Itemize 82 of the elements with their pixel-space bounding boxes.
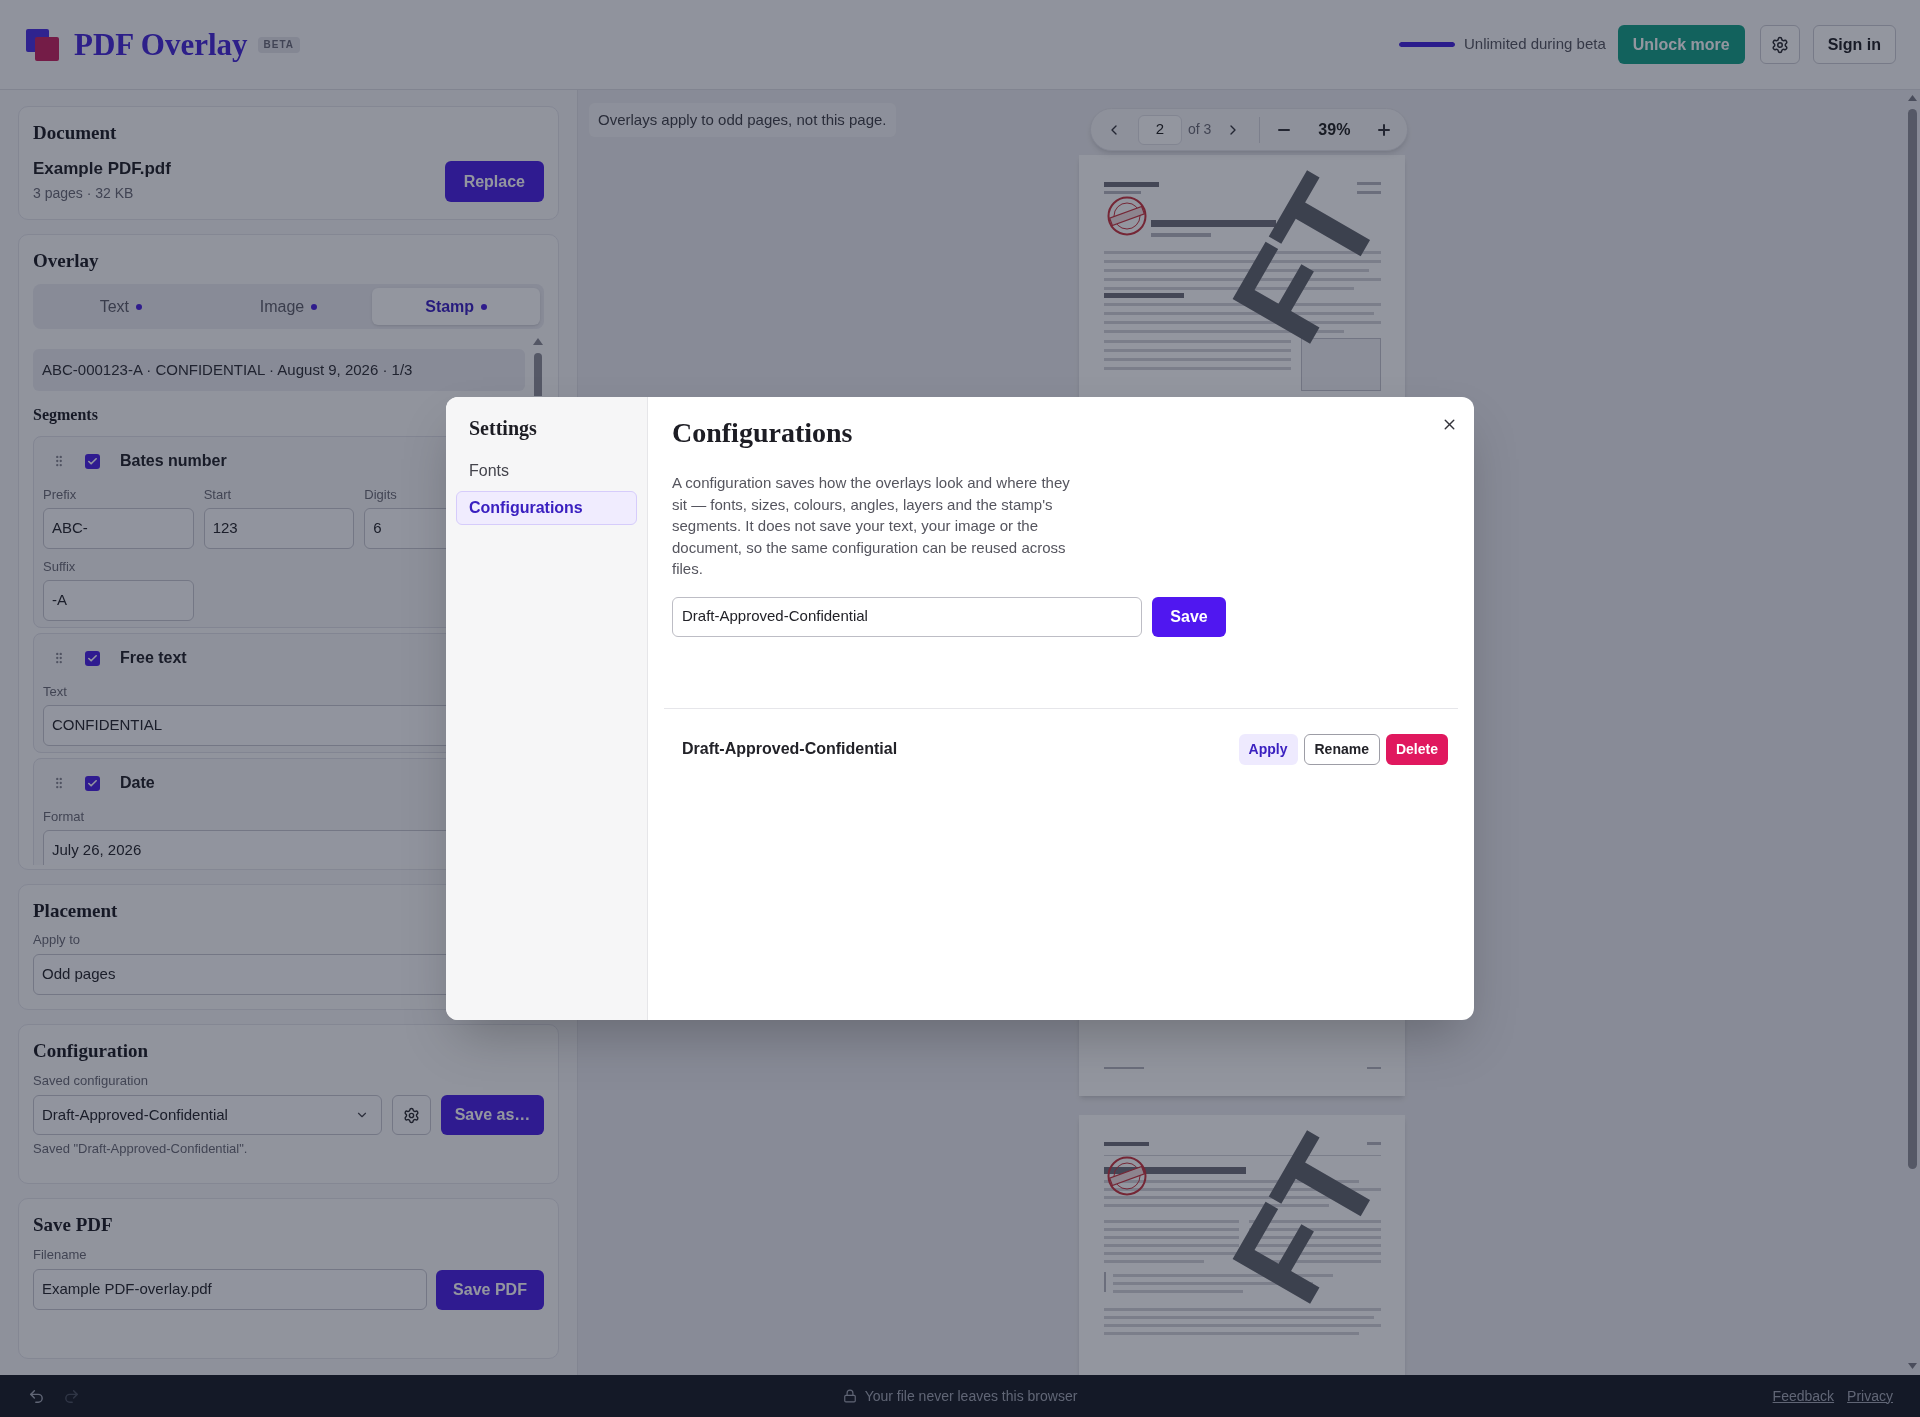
privacy-note: Your file never leaves this browser xyxy=(864,1386,1078,1406)
stamp-icon xyxy=(1105,196,1148,236)
undo-icon xyxy=(27,1387,45,1405)
field-label: Suffix xyxy=(43,559,77,575)
sign-in-button[interactable]: Sign in xyxy=(1812,25,1896,64)
checkbox[interactable] xyxy=(85,650,100,666)
nav-item[interactable]: Configurations xyxy=(456,491,637,525)
stamp-icon xyxy=(1105,1156,1148,1196)
page-count: of 3 xyxy=(1188,120,1212,139)
checkmark-icon xyxy=(87,455,98,467)
field-label: Start xyxy=(203,487,233,503)
field-label: Apply to xyxy=(33,932,81,948)
beta-badge: BETA xyxy=(257,36,301,53)
scroll-down-icon[interactable] xyxy=(1908,1363,1917,1369)
tab[interactable]: Image xyxy=(204,288,373,325)
section-heading: Overlay xyxy=(33,249,100,273)
tab[interactable]: Text xyxy=(37,288,205,325)
delete-button[interactable]: Delete xyxy=(1385,733,1448,765)
section-heading: Placement xyxy=(33,899,119,923)
description-text: A configuration saves how the overlays look and where they sit — fonts, sizes, colours, angles, layers and the stamp's segments. It does not save your text, your image or the document, so the same configuration can be reused across files. xyxy=(672,473,1071,579)
configuration-name-field[interactable]: Draft-Approved-Confidential xyxy=(672,596,1142,637)
apply-button[interactable]: Apply xyxy=(1238,733,1298,765)
settings-button[interactable] xyxy=(1759,25,1800,64)
settings-icon xyxy=(403,1106,420,1124)
checkbox[interactable] xyxy=(85,775,100,791)
dialog-title: Configurations xyxy=(672,416,853,450)
text-field[interactable]: 123 xyxy=(203,508,355,549)
settings-icon xyxy=(1770,35,1789,54)
replace-button[interactable]: Replace xyxy=(444,161,544,202)
scrollbar-thumb[interactable] xyxy=(534,353,542,396)
save-pdf-button[interactable]: Save PDF xyxy=(436,1269,544,1310)
save-status-text: Saved "Draft-Approved-Confidential". xyxy=(33,1141,249,1157)
usage-label: Unlimited during beta xyxy=(1464,34,1606,55)
checkmark-icon xyxy=(87,652,98,664)
segment-title: Bates number xyxy=(120,451,227,471)
undo-button[interactable] xyxy=(27,1387,45,1405)
watermark-text: FT xyxy=(1209,158,1402,362)
section-heading: Save PDF xyxy=(33,1213,114,1237)
logo-icon xyxy=(26,28,59,61)
rename-button[interactable]: Rename xyxy=(1303,733,1380,765)
checkmark-icon xyxy=(87,777,98,789)
stamp-preview-field: ABC-000123-A · CONFIDENTIAL · August 9, 2026 · 1/3 xyxy=(33,349,525,391)
field-label: Saved configuration xyxy=(33,1073,149,1089)
watermark-text: FT xyxy=(1209,1118,1402,1322)
section-heading: Configuration xyxy=(33,1039,150,1063)
text-field[interactable]: -A xyxy=(43,580,194,621)
field-label: Filename xyxy=(33,1247,88,1263)
field-label: Text xyxy=(43,684,68,700)
field-label: Prefix xyxy=(43,487,78,503)
file-name: Example PDF.pdf xyxy=(33,158,171,180)
app-title: PDF Overlay xyxy=(74,29,248,60)
configuration-name: Draft-Approved-Confidential xyxy=(682,739,898,759)
page-number-field[interactable]: 2 xyxy=(1138,114,1182,145)
text-field[interactable]: ABC- xyxy=(43,508,194,549)
scroll-up-icon[interactable] xyxy=(533,338,543,345)
settings-nav-title: Settings xyxy=(469,416,538,442)
save-button[interactable]: Save xyxy=(1152,596,1226,637)
scrollbar-thumb[interactable] xyxy=(1908,109,1917,1169)
segment-title: Free text xyxy=(120,648,187,668)
footer-link[interactable]: Privacy xyxy=(1847,1385,1893,1407)
checkbox[interactable] xyxy=(85,453,100,469)
redo-icon xyxy=(62,1387,80,1405)
nav-item[interactable]: Fonts xyxy=(456,454,637,488)
lock-icon xyxy=(842,1389,857,1403)
segment-title: Date xyxy=(120,773,155,793)
section-heading: Document xyxy=(33,121,118,145)
minus-icon xyxy=(1278,128,1291,131)
field-label: Digits xyxy=(364,487,398,503)
tab[interactable]: Stamp xyxy=(372,288,540,325)
usage-meter xyxy=(1399,42,1455,47)
field-label: Format xyxy=(43,809,86,825)
select-field[interactable]: Draft-Approved-Confidential xyxy=(33,1095,382,1135)
file-info: 3 pages · 32 KB xyxy=(33,184,135,202)
scroll-up-icon[interactable] xyxy=(1908,95,1917,101)
notice-banner: Overlays apply to odd pages, not this page. xyxy=(589,103,896,137)
zoom-level: 39% xyxy=(1317,119,1352,140)
section-heading: Segments xyxy=(33,405,99,425)
footer-link[interactable]: Feedback xyxy=(1772,1385,1835,1407)
settings-button[interactable] xyxy=(392,1095,431,1135)
text-field[interactable]: Example PDF-overlay.pdf xyxy=(33,1269,427,1310)
plus-icon xyxy=(1378,123,1391,136)
save-as-button[interactable]: Save as… xyxy=(441,1095,544,1135)
